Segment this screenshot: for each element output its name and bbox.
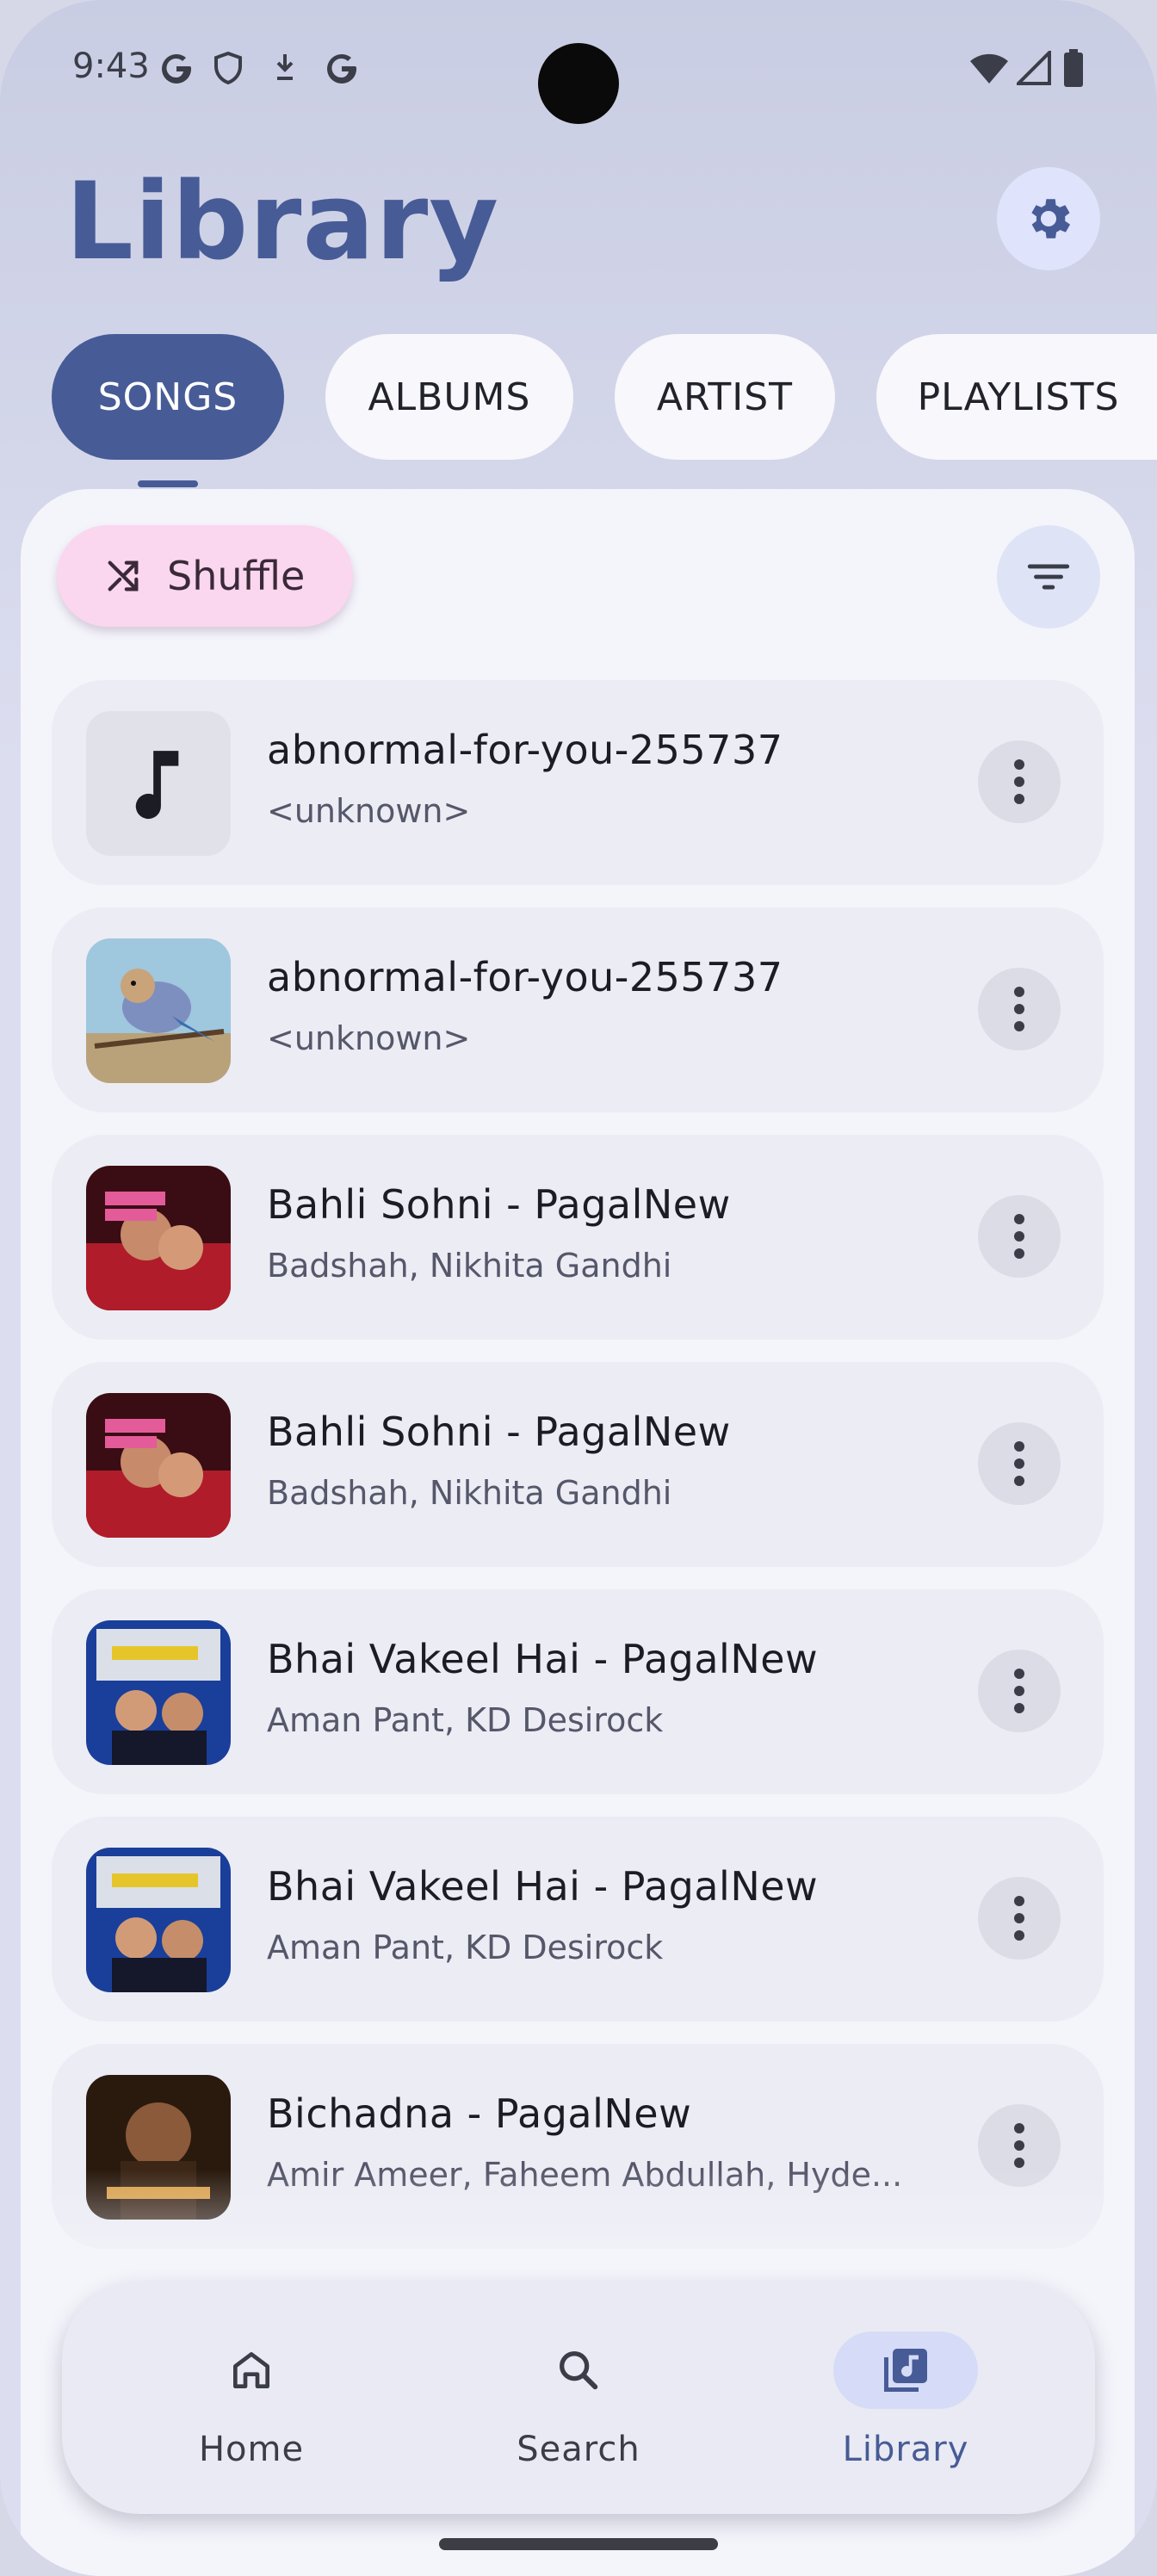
search-icon — [506, 2331, 651, 2409]
cell-signal-icon — [1012, 46, 1055, 90]
battery-icon — [1052, 46, 1095, 90]
song-title: Bichadna - PagalNew — [267, 2090, 692, 2137]
album-art-jolly — [86, 1848, 231, 1992]
song-title: Bhai Vakeel Hai - PagalNew — [267, 1863, 819, 1910]
sort-icon — [1027, 564, 1070, 590]
home-indicator[interactable] — [439, 2538, 718, 2550]
nav-library[interactable]: Library — [776, 2282, 1035, 2514]
tab-indicator — [138, 480, 198, 487]
song-row[interactable]: Bahli Sohni - PagalNew Badshah, Nikhita … — [52, 1135, 1104, 1340]
more-vert-icon — [1014, 1214, 1024, 1259]
more-vert-icon — [1014, 759, 1024, 804]
song-artist: <unknown> — [267, 792, 471, 830]
nav-search[interactable]: Search — [449, 2282, 708, 2514]
google-icon — [155, 46, 198, 90]
song-title: Bahli Sohni - PagalNew — [267, 1409, 731, 1455]
song-row[interactable]: abnormal-for-you-255737 <unknown> — [52, 680, 1104, 885]
song-artist: Badshah, Nikhita Gandhi — [267, 1474, 672, 1512]
google-icon-2 — [320, 46, 363, 90]
more-vert-icon — [1014, 1441, 1024, 1486]
more-vert-icon — [1014, 987, 1024, 1031]
song-artist: Aman Pant, KD Desirock — [267, 1929, 664, 1966]
shuffle-button[interactable]: Shuffle — [57, 525, 353, 627]
shuffle-icon — [108, 560, 139, 591]
tab-albums[interactable]: ALBUMS — [325, 334, 573, 460]
tab-playlists[interactable]: PLAYLISTS — [876, 334, 1157, 460]
nav-home-label: Home — [198, 2430, 305, 2469]
song-row[interactable]: Bhai Vakeel Hai - PagalNew Aman Pant, KD… — [52, 1817, 1104, 2022]
sort-button[interactable] — [997, 525, 1100, 629]
shuffle-label: Shuffle — [167, 553, 306, 599]
album-art-baaghi — [86, 1393, 231, 1538]
more-vert-icon — [1014, 2123, 1024, 2168]
page-title: Library — [65, 160, 500, 284]
music-note-icon — [86, 711, 231, 856]
song-row[interactable]: Bahli Sohni - PagalNew Badshah, Nikhita … — [52, 1362, 1104, 1567]
tab-songs[interactable]: SONGS — [52, 334, 284, 460]
home-icon — [179, 2331, 324, 2409]
screen: 9:43 Library SONGS ALBUMS ARTIST PLAYLIS… — [0, 0, 1157, 2576]
more-options-button[interactable] — [978, 1422, 1061, 1505]
more-options-button[interactable] — [978, 968, 1061, 1050]
gear-icon — [1031, 199, 1071, 238]
album-art-jolly — [86, 1620, 231, 1765]
nav-home[interactable]: Home — [122, 2282, 381, 2514]
wifi-icon — [968, 46, 1011, 90]
nav-library-label: Library — [842, 2430, 969, 2469]
more-vert-icon — [1014, 1669, 1024, 1713]
song-artist: <unknown> — [267, 1019, 471, 1057]
more-options-button[interactable] — [978, 1650, 1061, 1732]
song-title: Bhai Vakeel Hai - PagalNew — [267, 1636, 819, 1682]
song-artist: Badshah, Nikhita Gandhi — [267, 1247, 672, 1285]
song-artist: Aman Pant, KD Desirock — [267, 1701, 664, 1739]
bottom-navigation: Home Search Library — [62, 2282, 1095, 2514]
library-icon — [833, 2331, 978, 2409]
song-title: abnormal-for-you-255737 — [267, 954, 783, 1000]
tab-artist[interactable]: ARTIST — [615, 334, 835, 460]
shield-icon — [207, 46, 250, 90]
song-row[interactable]: abnormal-for-you-255737 <unknown> — [52, 907, 1104, 1112]
settings-button[interactable] — [997, 167, 1100, 270]
camera-cutout — [538, 43, 619, 124]
tab-bar: SONGS ALBUMS ARTIST PLAYLISTS — [0, 334, 1157, 460]
more-options-button[interactable] — [978, 1877, 1061, 1960]
album-art-baaghi — [86, 1166, 231, 1310]
song-title: Bahli Sohni - PagalNew — [267, 1181, 731, 1228]
status-time: 9:43 — [72, 46, 150, 86]
more-options-button[interactable] — [978, 740, 1061, 823]
more-options-button[interactable] — [978, 1195, 1061, 1278]
song-row[interactable]: Bhai Vakeel Hai - PagalNew Aman Pant, KD… — [52, 1589, 1104, 1794]
more-vert-icon — [1014, 1896, 1024, 1941]
album-art-bird — [86, 938, 231, 1083]
download-icon — [263, 46, 306, 90]
nav-search-label: Search — [517, 2430, 640, 2469]
song-title: abnormal-for-you-255737 — [267, 727, 783, 773]
